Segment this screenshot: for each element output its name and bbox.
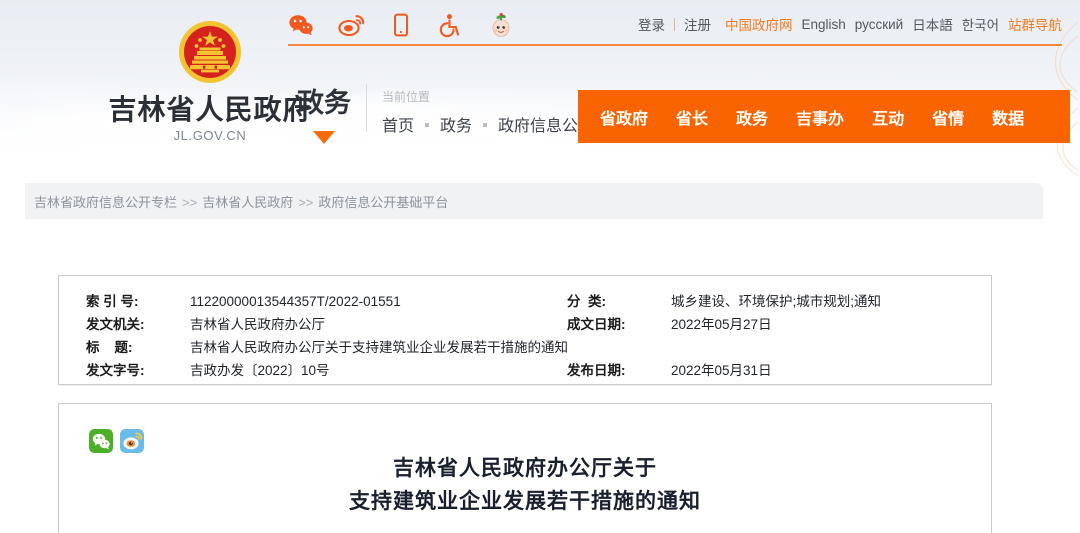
section-divider	[366, 84, 367, 132]
breadcrumb-link-platform[interactable]: 政府信息公开基础平台	[318, 195, 448, 210]
breadcrumb-bar: 吉林省政府信息公开专栏 >> 吉林省人民政府 >> 政府信息公开基础平台	[25, 183, 1043, 219]
top-links-underline	[288, 44, 1062, 46]
nav-item-data[interactable]: 数据	[978, 105, 1038, 129]
metadata-column-left: 索 引 号: 11220000013544357T/2022-01551 发文机…	[86, 290, 568, 382]
social-icon-row	[288, 12, 514, 38]
metadata-label-publish-date: 发布日期:	[567, 359, 671, 379]
breadcrumb-separator	[483, 123, 487, 127]
metadata-row-title: 标 题: 吉林省人民政府办公厅关于支持建筑业企业发展若干措施的通知	[86, 336, 568, 359]
china-national-emblem-icon	[174, 16, 246, 88]
section-title: 政务	[293, 90, 355, 117]
current-position: 当前位置 首页 政务 政府信息公开	[382, 88, 594, 136]
nav-item-province-info[interactable]: 省情	[918, 105, 978, 129]
breadcrumb-item-affairs[interactable]: 政务	[440, 112, 472, 136]
share-buttons	[89, 429, 144, 453]
metadata-value-written-date: 2022年05月27日	[671, 313, 772, 333]
brand-name: 吉林省人民政府	[95, 94, 325, 126]
metadata-value-category: 城乡建设、环境保护;城市规划;通知	[671, 290, 881, 310]
lang-russian-link[interactable]: русский	[855, 17, 903, 32]
metadata-label-issuing-agency: 发文机关:	[86, 313, 190, 333]
main-navigation: 省政府 省长 政务 吉事办 互动 省情 数据	[578, 90, 1070, 143]
site-nav-link[interactable]: 站群导航	[1008, 14, 1062, 34]
metadata-row-spacer	[567, 336, 881, 359]
accessibility-icon[interactable]	[438, 12, 464, 38]
metadata-value-publish-date: 2022年05月31日	[671, 359, 772, 379]
document-title: 吉林省人民政府办公厅关于 支持建筑业企业发展若干措施的通知	[59, 452, 991, 517]
breadcrumb-arrow: >>	[182, 195, 197, 210]
metadata-row-publish-date: 发布日期: 2022年05月31日	[567, 359, 881, 382]
metadata-row-written-date: 成文日期: 2022年05月27日	[567, 313, 881, 336]
breadcrumb-arrow: >>	[298, 195, 313, 210]
document-metadata-panel: 索 引 号: 11220000013544357T/2022-01551 发文机…	[58, 275, 992, 385]
nav-item-interaction[interactable]: 互动	[858, 105, 918, 129]
weibo-share-icon[interactable]	[120, 429, 144, 453]
metadata-row-issuing-agency: 发文机关: 吉林省人民政府办公厅	[86, 313, 568, 336]
brand-url: JL.GOV.CN	[95, 128, 325, 143]
caret-down-icon[interactable]	[313, 131, 335, 144]
weibo-icon[interactable]	[338, 12, 364, 38]
current-position-label: 当前位置	[382, 88, 594, 105]
metadata-row-category: 分 类: 城乡建设、环境保护;城市规划;通知	[567, 290, 881, 313]
lang-english-link[interactable]: English	[802, 17, 846, 32]
nav-item-jishiban[interactable]: 吉事办	[782, 105, 858, 129]
section-label[interactable]: 政务	[293, 90, 355, 144]
wechat-share-icon[interactable]	[89, 429, 113, 453]
metadata-value-title: 吉林省人民政府办公厅关于支持建筑业企业发展若干措施的通知	[190, 336, 568, 356]
mascot-icon[interactable]	[488, 12, 514, 38]
mobile-icon[interactable]	[388, 12, 414, 38]
gov-portal-link[interactable]: 中国政府网	[725, 14, 793, 34]
document-content-panel: 吉林省人民政府办公厅关于 支持建筑业企业发展若干措施的通知	[58, 403, 992, 533]
login-link[interactable]: 登录	[638, 14, 665, 34]
lang-korean-link[interactable]: 한국어	[962, 14, 999, 34]
metadata-label-written-date: 成文日期:	[567, 313, 671, 333]
lang-japanese-link[interactable]: 日本語	[912, 14, 953, 34]
toplink-divider	[674, 18, 675, 31]
metadata-value-document-number: 吉政办发〔2022〕10号	[190, 359, 330, 379]
document-title-line-1: 吉林省人民政府办公厅关于	[59, 452, 991, 485]
site-header: 吉林省人民政府 JL.GOV.CN	[0, 0, 1080, 178]
metadata-label-document-number: 发文字号:	[86, 359, 190, 379]
nav-item-governor[interactable]: 省长	[662, 105, 722, 129]
metadata-value-index-number: 11220000013544357T/2022-01551	[190, 294, 401, 309]
breadcrumb-link-provincial-government[interactable]: 吉林省人民政府	[202, 195, 293, 210]
metadata-column-right: 分 类: 城乡建设、环境保护;城市规划;通知 成文日期: 2022年05月27日…	[567, 290, 881, 382]
breadcrumb-trail: 吉林省政府信息公开专栏 >> 吉林省人民政府 >> 政府信息公开基础平台	[25, 192, 448, 211]
metadata-row-index-number: 索 引 号: 11220000013544357T/2022-01551	[86, 290, 568, 313]
document-title-line-2: 支持建筑业企业发展若干措施的通知	[59, 485, 991, 518]
metadata-value-issuing-agency: 吉林省人民政府办公厅	[190, 313, 325, 333]
metadata-label-index-number: 索 引 号:	[86, 290, 190, 310]
metadata-grid: 索 引 号: 11220000013544357T/2022-01551 发文机…	[59, 276, 991, 384]
metadata-row-document-number: 发文字号: 吉政办发〔2022〕10号	[86, 359, 568, 382]
nav-item-provincial-government[interactable]: 省政府	[578, 105, 662, 129]
wechat-icon[interactable]	[288, 12, 314, 38]
breadcrumb-separator	[425, 123, 429, 127]
top-utility-links: 登录 注册 中国政府网 English русский 日本語 한국어 站群导航	[638, 14, 1062, 34]
breadcrumb-item-home[interactable]: 首页	[382, 112, 414, 136]
metadata-label-category: 分 类:	[567, 290, 671, 310]
current-position-trail: 首页 政务 政府信息公开	[382, 112, 594, 136]
register-link[interactable]: 注册	[684, 14, 711, 34]
nav-item-government-affairs[interactable]: 政务	[722, 105, 782, 129]
breadcrumb-link-disclosure-column[interactable]: 吉林省政府信息公开专栏	[34, 195, 177, 210]
metadata-label-title: 标 题:	[86, 336, 190, 356]
